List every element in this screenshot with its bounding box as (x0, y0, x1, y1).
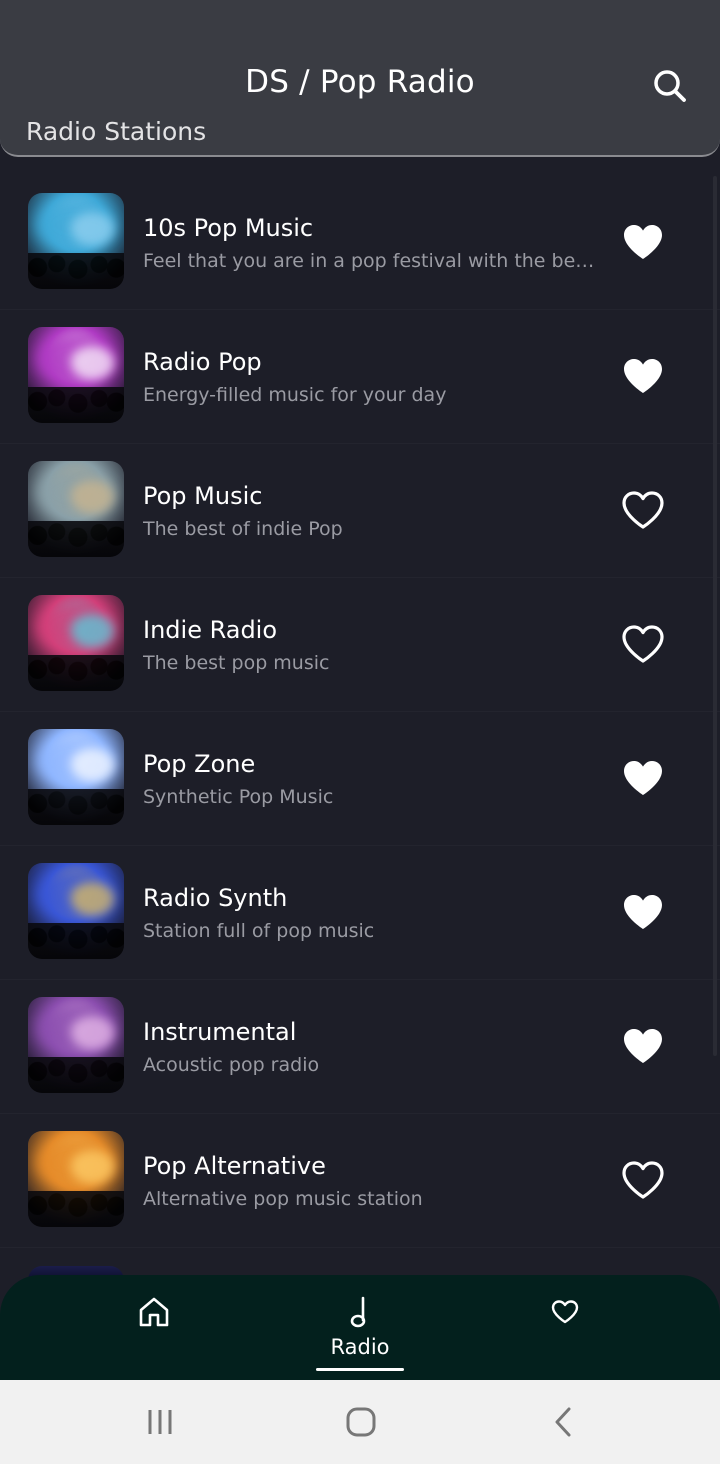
station-thumbnail (28, 595, 124, 691)
station-description: Alternative pop music station (143, 1188, 423, 1210)
page-title: DS / Pop Radio (245, 64, 475, 100)
station-row[interactable]: Instrumental Acoustic pop radio (0, 980, 720, 1114)
back-icon (555, 1407, 571, 1437)
nav-home[interactable] (74, 1275, 234, 1380)
favorite-toggle-button[interactable] (620, 355, 666, 397)
station-title: Pop Alternative (143, 1152, 326, 1180)
station-title: Radio Pop (143, 348, 262, 376)
heart-outline-icon (622, 1161, 664, 1199)
station-row[interactable]: Radio Pop Energy-filled music for your da… (0, 310, 720, 444)
heart-filled-icon (624, 761, 662, 795)
station-description: Energy-filled music for your day (143, 384, 447, 406)
music-note-icon (350, 1296, 366, 1328)
station-description: Acoustic pop radio (143, 1054, 320, 1076)
recents-icon (148, 1410, 172, 1434)
list-scrollbar[interactable] (713, 176, 717, 1056)
station-description: Feel that you are in a pop festival with… (143, 250, 595, 272)
station-title: 10s Pop Music (143, 214, 314, 242)
heart-icon (551, 1300, 579, 1324)
nav-favorites[interactable] (485, 1275, 645, 1380)
heart-filled-icon (624, 895, 662, 929)
heart-outline-icon (622, 625, 664, 663)
station-description: The best pop music (143, 652, 330, 674)
station-title: Pop Music (143, 482, 263, 510)
home-circle-icon (346, 1407, 376, 1437)
nav-radio-label: Radio (330, 1335, 390, 1359)
heart-outline-icon (622, 491, 664, 529)
station-thumbnail (28, 1131, 124, 1227)
favorite-toggle-button[interactable] (620, 221, 666, 263)
station-row[interactable]: Indie Radio The best pop music (0, 578, 720, 712)
station-description: Station full of pop music (143, 920, 375, 942)
bottom-navigation: Radio (0, 1275, 720, 1380)
heart-filled-icon (624, 1029, 662, 1063)
station-description: The best of indie Pop (143, 518, 343, 540)
nav-radio[interactable]: Radio (280, 1275, 440, 1380)
search-button[interactable] (648, 64, 692, 108)
favorite-toggle-button[interactable] (620, 623, 666, 665)
station-thumbnail (28, 327, 124, 423)
heart-filled-icon (624, 225, 662, 259)
recents-button[interactable] (130, 1400, 190, 1444)
station-row[interactable]: 10s Pop Music Feel that you are in a pop … (0, 176, 720, 310)
search-icon (654, 70, 686, 102)
station-title: Indie Radio (143, 616, 278, 644)
station-title: Radio Synth (143, 884, 288, 912)
station-list: 10s Pop Music Feel that you are in a pop … (0, 176, 720, 1276)
favorite-toggle-button[interactable] (620, 1025, 666, 1067)
app-header: DS / Pop Radio Radio Stations (0, 0, 720, 157)
station-thumbnail (28, 461, 124, 557)
station-thumbnail (28, 997, 124, 1093)
station-description: Synthetic Pop Music (143, 786, 334, 808)
nav-active-indicator (316, 1368, 404, 1371)
system-navigation-bar (0, 1380, 720, 1464)
station-row[interactable]: Pop Alternative Alternative pop music sta… (0, 1114, 720, 1248)
station-title: Pop Zone (143, 750, 256, 778)
home-icon (139, 1297, 169, 1327)
favorite-toggle-button[interactable] (620, 1159, 666, 1201)
back-button[interactable] (533, 1400, 593, 1444)
station-row[interactable]: Radio Synth Station full of pop music (0, 846, 720, 980)
favorite-toggle-button[interactable] (620, 757, 666, 799)
section-subtitle: Radio Stations (26, 117, 207, 146)
favorite-toggle-button[interactable] (620, 489, 666, 531)
station-title: Instrumental (143, 1018, 297, 1046)
heart-filled-icon (624, 359, 662, 393)
station-row[interactable]: Pop Music The best of indie Pop (0, 444, 720, 578)
station-thumbnail (28, 729, 124, 825)
system-home-button[interactable] (331, 1400, 391, 1444)
station-thumbnail (28, 193, 124, 289)
station-thumbnail (28, 863, 124, 959)
favorite-toggle-button[interactable] (620, 891, 666, 933)
station-row[interactable]: Pop Zone Synthetic Pop Music (0, 712, 720, 846)
